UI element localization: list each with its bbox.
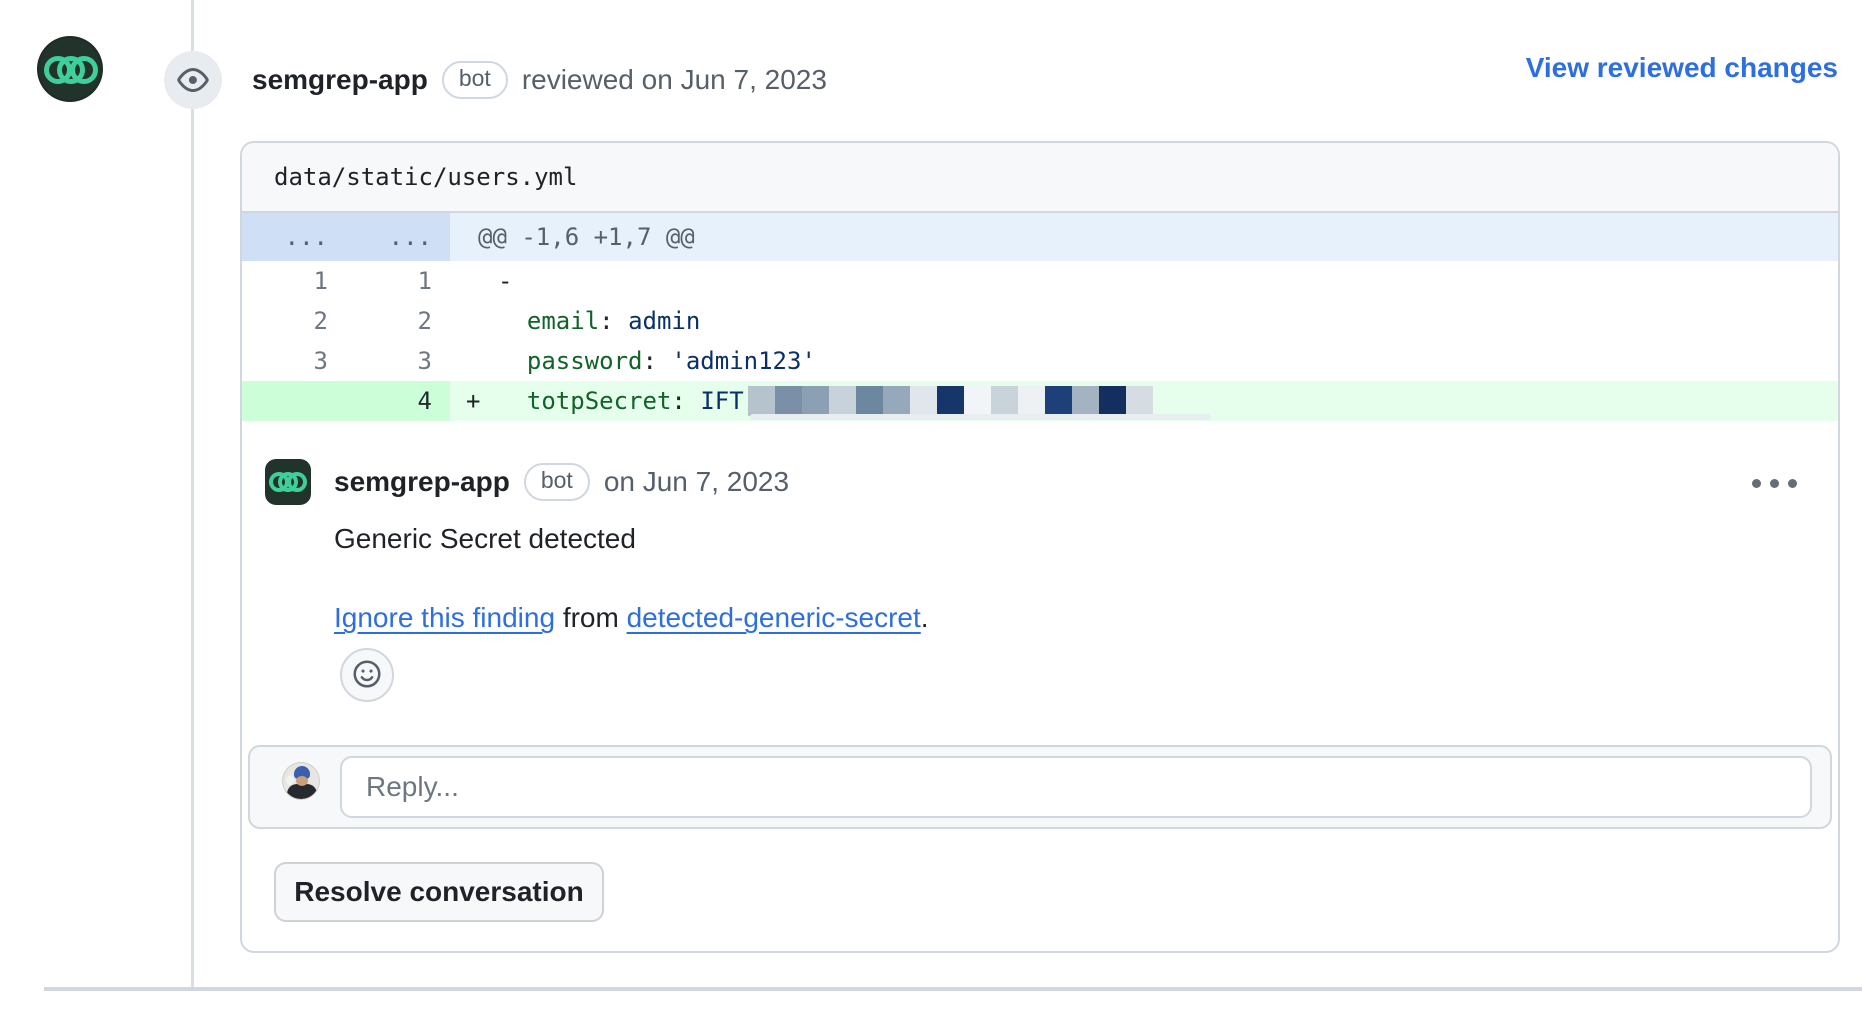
period-text: .: [921, 602, 929, 633]
review-action-text: reviewed on Jun 7, 2023: [522, 64, 827, 96]
smiley-icon: [351, 658, 383, 693]
reply-section: [248, 745, 1832, 829]
hunk-old-gutter: ...: [242, 213, 346, 261]
comment-author[interactable]: semgrep-app: [334, 466, 510, 498]
resolve-conversation-button[interactable]: Resolve conversation: [274, 862, 604, 922]
new-line-number: 1: [346, 269, 450, 293]
review-author[interactable]: semgrep-app: [252, 64, 428, 96]
bot-badge: bot: [442, 61, 508, 98]
user-avatar: [282, 762, 320, 800]
reply-input[interactable]: [340, 756, 1812, 818]
ignore-finding-link[interactable]: Ignore this finding: [334, 602, 555, 633]
diff-viewer: ... ... @@ -1,6 +1,7 @@ 1 1 - 2 2 email:…: [242, 213, 1838, 421]
comment-body-text: Generic Secret detected: [334, 523, 636, 555]
semgrep-bot-comment-avatar[interactable]: [265, 459, 311, 505]
diff-marker-plus: +: [450, 381, 498, 421]
file-path: data/static/users.yml: [274, 163, 577, 191]
diff-line-2: 2 2 email: admin: [242, 301, 1838, 341]
hunk-header-row: ... ... @@ -1,6 +1,7 @@: [242, 213, 1838, 261]
code-content: password: 'admin123': [498, 341, 1838, 381]
hunk-header-text: @@ -1,6 +1,7 @@: [450, 213, 1838, 261]
bot-badge: bot: [524, 463, 590, 500]
old-line-number: 3: [242, 349, 346, 373]
old-line-number: 2: [242, 309, 346, 333]
diff-line-4-added: 4 + totpSecret: IFT: [242, 381, 1838, 421]
review-header: semgrep-app bot reviewed on Jun 7, 2023: [252, 50, 827, 110]
redacted-secret-blur: [748, 386, 1153, 416]
kebab-icon[interactable]: [1746, 465, 1802, 501]
diff-line-1: 1 1 -: [242, 261, 1838, 301]
timeline-line: [191, 0, 194, 989]
hunk-new-gutter: ...: [346, 213, 450, 261]
links-connector-text: from: [555, 602, 627, 633]
comment-date: on Jun 7, 2023: [604, 466, 789, 498]
semgrep-bot-avatar[interactable]: [37, 36, 103, 102]
diff-line-3: 3 3 password: 'admin123': [242, 341, 1838, 381]
view-reviewed-changes-link[interactable]: View reviewed changes: [1526, 52, 1838, 84]
comment-header: semgrep-app bot on Jun 7, 2023: [334, 459, 789, 505]
code-content: -: [498, 261, 1838, 301]
old-line-number: 1: [242, 269, 346, 293]
section-divider: [44, 987, 1862, 991]
file-path-header[interactable]: data/static/users.yml: [242, 143, 1838, 213]
review-thread-card: data/static/users.yml ... ... @@ -1,6 +1…: [240, 141, 1840, 953]
add-reaction-button[interactable]: [340, 648, 394, 702]
old-line-number: [242, 381, 346, 421]
eye-icon: [164, 51, 222, 109]
new-line-number: 4: [346, 381, 450, 421]
code-content: email: admin: [498, 301, 1838, 341]
new-line-number: 2: [346, 309, 450, 333]
rule-link[interactable]: detected-generic-secret: [627, 602, 921, 633]
new-line-number: 3: [346, 349, 450, 373]
code-content: totpSecret: IFT: [498, 381, 1838, 421]
comment-links-row: Ignore this finding from detected-generi…: [334, 602, 929, 634]
pr-review-thread: semgrep-app bot reviewed on Jun 7, 2023 …: [0, 0, 1862, 1010]
